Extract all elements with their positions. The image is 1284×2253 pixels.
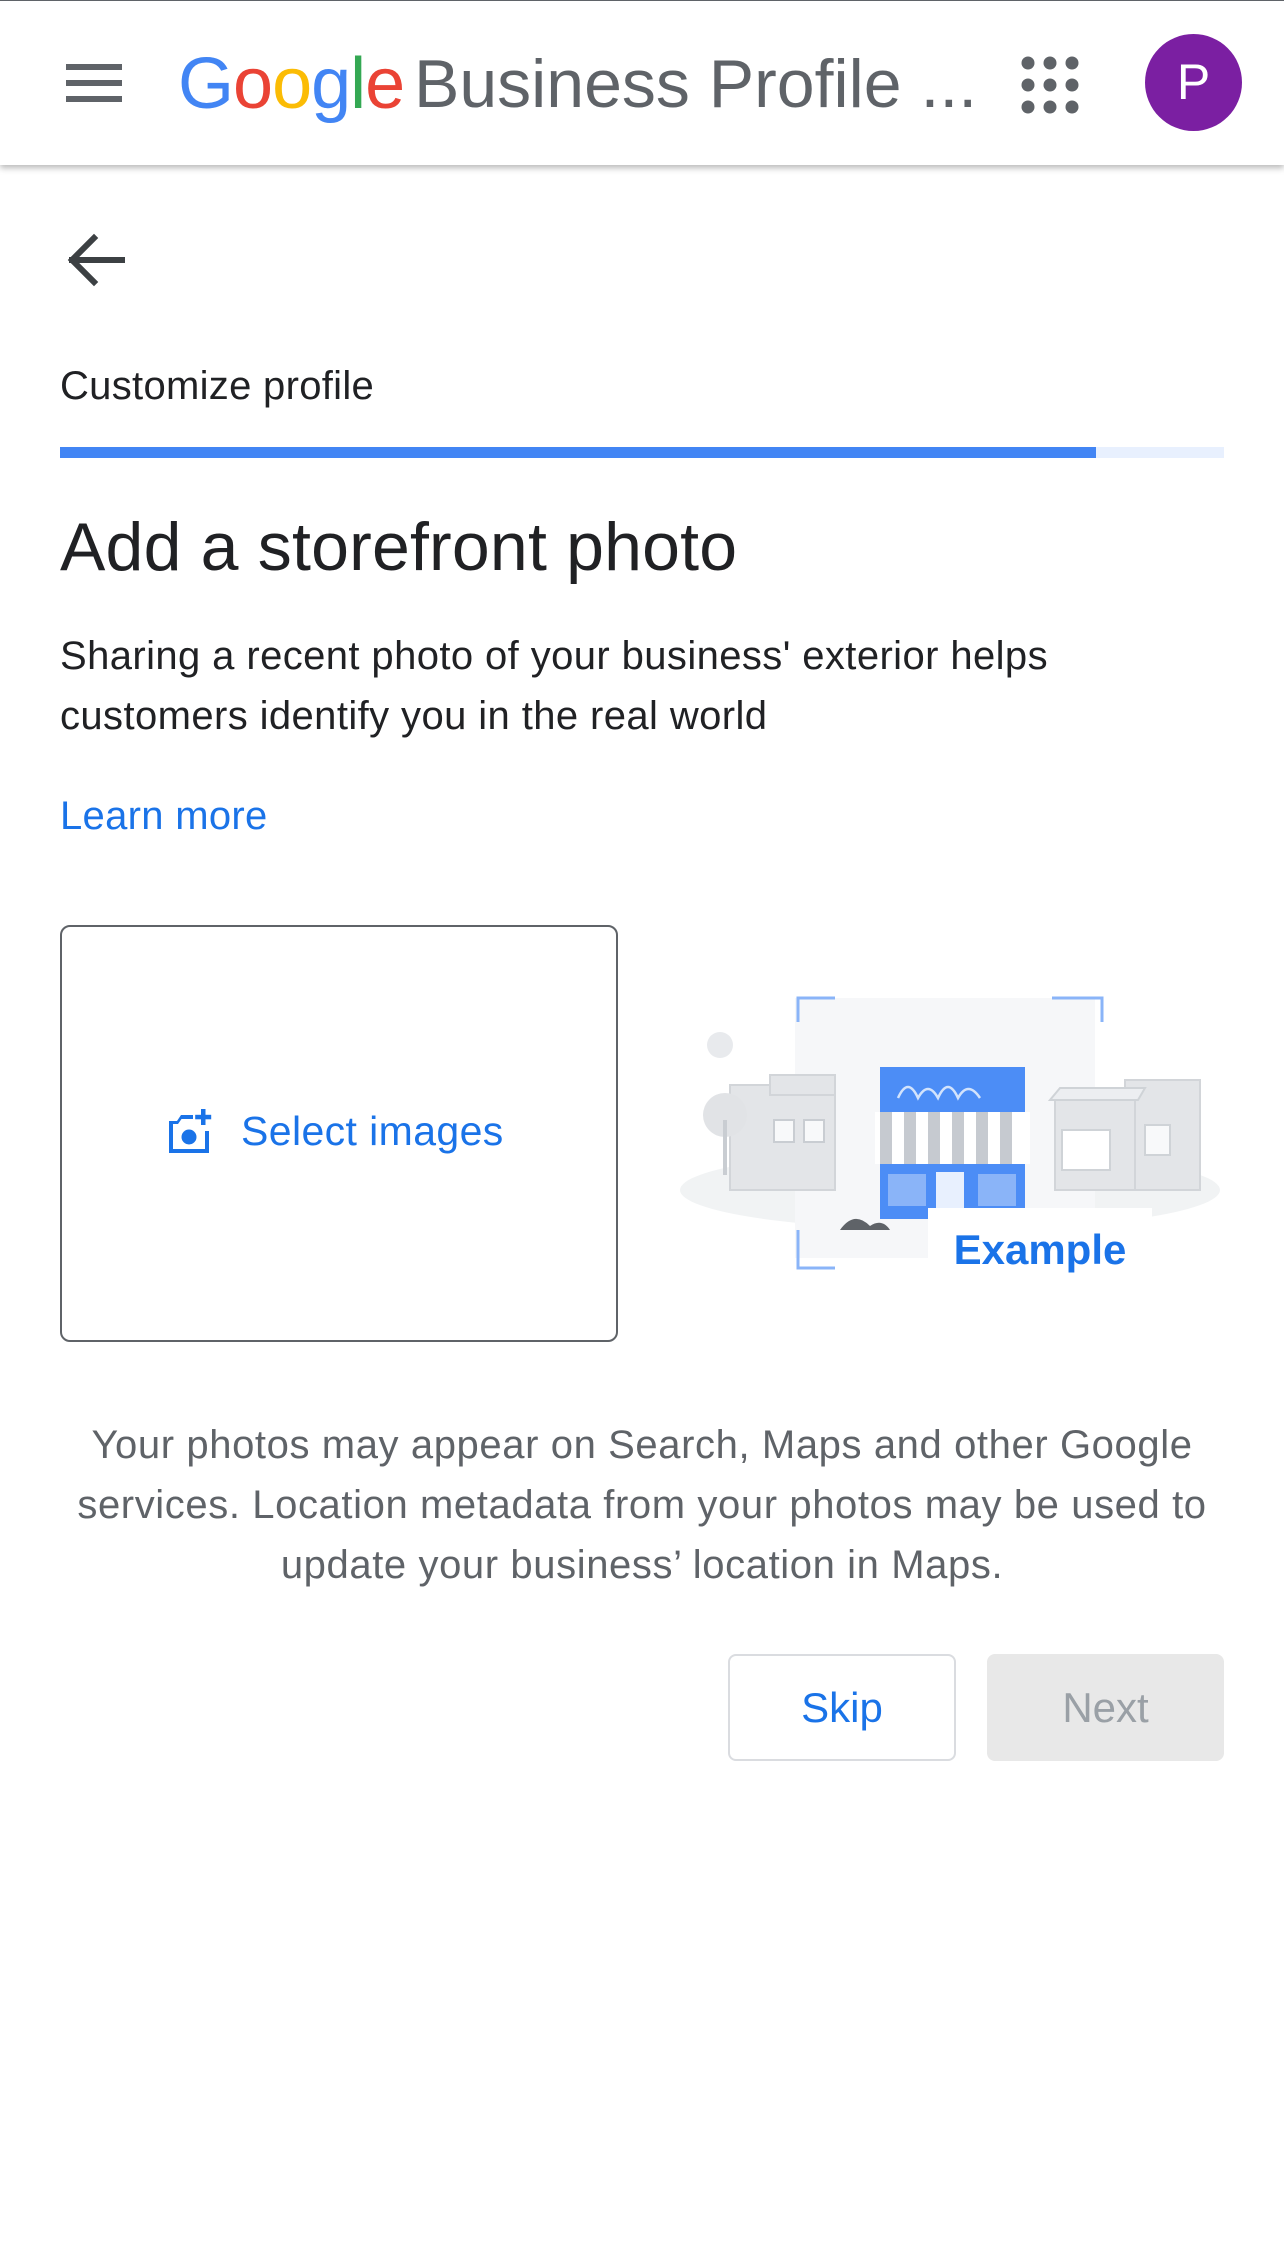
page-description: Sharing a recent photo of your business'…: [60, 634, 1048, 738]
step-label: Customize profile: [60, 364, 375, 408]
photo-disclaimer: Your photos may appear on Search, Maps a…: [77, 1423, 1207, 1587]
example-label: Example: [928, 1208, 1152, 1292]
select-images-content: Select images: [165, 1107, 504, 1155]
hamburger-menu-icon: [66, 64, 122, 102]
google-logo: Google: [178, 41, 405, 127]
logo-letter: G: [178, 44, 234, 124]
select-images-button[interactable]: Select images: [60, 925, 618, 1342]
progress-fill: [60, 447, 1096, 458]
back-button[interactable]: [52, 220, 142, 300]
apps-grid-icon: [1021, 56, 1079, 114]
learn-more-link[interactable]: Learn more: [60, 794, 268, 839]
product-title: Business Profile ...: [414, 46, 978, 122]
next-button[interactable]: Next: [987, 1654, 1224, 1761]
logo-letter: g: [311, 44, 351, 124]
logo-letter: e: [365, 44, 405, 124]
apps-button[interactable]: [1010, 45, 1090, 125]
logo-letter: l: [350, 44, 366, 124]
menu-button[interactable]: [52, 43, 140, 123]
select-images-label: Select images: [241, 1107, 504, 1154]
top-app-bar: Google Business Profile ... P: [0, 0, 1284, 165]
logo-letter: o: [233, 44, 273, 124]
arrow-back-icon: [67, 233, 125, 287]
add-photo-icon: [169, 1109, 212, 1153]
account-avatar[interactable]: P: [1145, 34, 1242, 131]
page-heading: Add a storefront photo: [60, 509, 738, 585]
logo-letter: o: [272, 44, 312, 124]
skip-button[interactable]: Skip: [728, 1654, 956, 1761]
progress-bar: [60, 447, 1224, 458]
